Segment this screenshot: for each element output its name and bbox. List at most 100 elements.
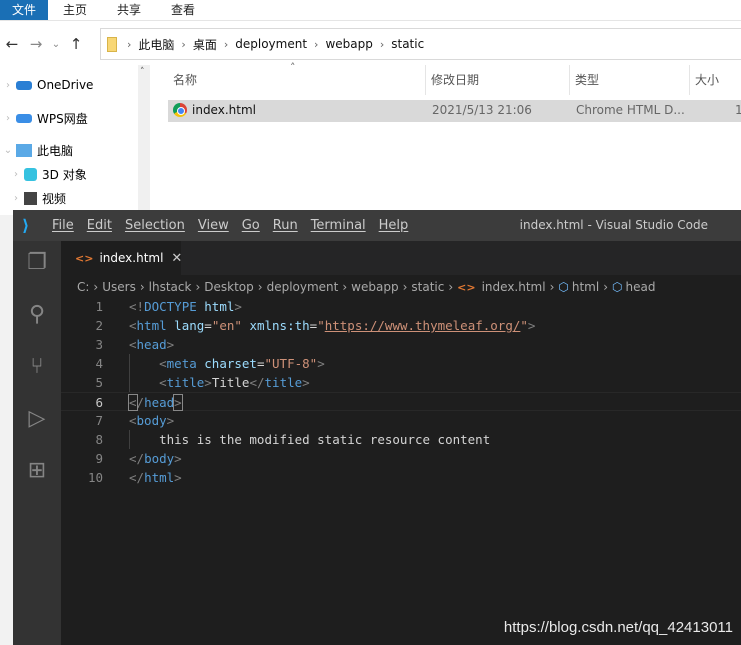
menu-view[interactable]: View: [198, 218, 229, 233]
menu-edit[interactable]: Edit: [87, 218, 112, 233]
nav-item-label: OneDrive: [37, 78, 94, 92]
vscode-logo-icon: ⟩: [22, 215, 30, 235]
code-line[interactable]: 10 </html>: [61, 468, 741, 487]
breadcrumb-item[interactable]: Desktop: [204, 280, 254, 294]
tab-index-html[interactable]: <> index.html ✕: [61, 241, 182, 275]
code-token: >: [234, 299, 242, 314]
code-token: head: [144, 395, 175, 410]
code-line[interactable]: 4 <meta charset="UTF-8">: [61, 354, 741, 373]
html-file-icon: <>: [457, 280, 476, 294]
run-debug-icon[interactable]: ▷: [25, 407, 49, 431]
line-text: <body>: [129, 411, 174, 430]
menu-selection[interactable]: Selection: [125, 218, 185, 233]
address-bar[interactable]: › 此电脑 › 桌面 › deployment › webapp › static: [100, 28, 741, 60]
code-line[interactable]: 2 <html lang="en" xmlns:th="https://www.t…: [61, 316, 741, 335]
ribbon-tab-view[interactable]: 查看: [156, 0, 210, 20]
breadcrumb-item[interactable]: C:: [77, 280, 89, 294]
line-text: <html lang="en" xmlns:th="https://www.th…: [129, 316, 535, 335]
nav-item-label: WPS网盘: [37, 112, 88, 126]
recent-chevron-icon[interactable]: ⌄: [48, 39, 64, 50]
nav-pane-scrollbar[interactable]: ˄: [138, 65, 150, 210]
nav-item-label: 此电脑: [37, 144, 74, 158]
forward-arrow-icon[interactable]: →: [24, 35, 48, 53]
column-header-name[interactable]: 名称: [168, 65, 426, 95]
breadcrumb-webapp[interactable]: webapp: [325, 37, 372, 51]
close-icon[interactable]: ✕: [171, 251, 182, 266]
code-line[interactable]: 1 <!DOCTYPE html>: [61, 297, 741, 316]
code-token: >: [527, 318, 536, 333]
menu-help[interactable]: Help: [379, 218, 409, 233]
code-token: head: [136, 337, 167, 352]
breadcrumb-item[interactable]: lhstack: [149, 280, 192, 294]
nav-item-onedrive[interactable]: › OneDrive: [0, 78, 93, 92]
nav-item-this-pc[interactable]: ⌄ 此电脑: [0, 142, 73, 159]
code-token: >: [166, 337, 175, 352]
code-token: <!: [129, 299, 145, 314]
code-line[interactable]: 9 </body>: [61, 449, 741, 468]
nav-item-wps[interactable]: › WPS网盘: [0, 110, 88, 127]
chevron-right-icon: ›: [14, 193, 18, 204]
menu-go[interactable]: Go: [242, 218, 260, 233]
breadcrumb-item[interactable]: Users: [102, 280, 136, 294]
symbol-element-icon: ⬡: [612, 280, 623, 294]
code-line[interactable]: 7 <body>: [61, 411, 741, 430]
breadcrumb-item[interactable]: webapp: [351, 280, 398, 294]
column-header-size[interactable]: 大小: [690, 65, 741, 95]
search-icon[interactable]: ⚲: [25, 303, 49, 327]
file-name: index.html: [192, 103, 256, 117]
breadcrumb-this-pc[interactable]: 此电脑: [138, 36, 174, 53]
extensions-icon[interactable]: ⊞: [25, 459, 49, 483]
code-token: </: [129, 470, 145, 485]
ribbon-tab-share[interactable]: 共享: [102, 0, 156, 20]
up-arrow-icon[interactable]: ↑: [64, 35, 88, 53]
watermark: https://blog.csdn.net/qq_42413011: [503, 619, 733, 636]
line-text: <head>: [129, 335, 174, 354]
breadcrumb-item[interactable]: deployment: [267, 280, 339, 294]
breadcrumb-static[interactable]: static: [391, 37, 424, 51]
source-control-icon[interactable]: ⑂: [25, 355, 49, 379]
line-number: 2: [95, 318, 103, 333]
line-number: 10: [87, 470, 103, 485]
column-header-type[interactable]: 类型: [570, 65, 690, 95]
breadcrumb-deployment[interactable]: deployment: [235, 37, 307, 51]
chevron-right-icon: ›: [603, 280, 609, 294]
menu-run[interactable]: Run: [273, 218, 298, 233]
code-token: html: [204, 299, 235, 314]
navigation-bar: ← → ⌄ ↑ › 此电脑 › 桌面 › deployment › webapp › s…: [0, 28, 741, 60]
code-line[interactable]: 5 <title>Title</title>: [61, 373, 741, 392]
code-token: lang: [166, 318, 205, 333]
chevron-right-icon: ›: [139, 280, 145, 294]
nav-item-3d-objects[interactable]: › 3D 对象: [8, 166, 87, 183]
column-header-modified[interactable]: 修改日期: [426, 65, 570, 95]
code-token: title: [264, 375, 303, 390]
chevron-right-icon: ›: [195, 280, 201, 294]
breadcrumb-item[interactable]: head: [626, 280, 656, 294]
code-line[interactable]: 6 </head>: [61, 392, 741, 411]
nav-item-videos[interactable]: › 视频: [8, 190, 66, 207]
breadcrumb-item[interactable]: html: [572, 280, 599, 294]
code-line[interactable]: 8 this is the modified static resource c…: [61, 430, 741, 449]
breadcrumb-item[interactable]: static: [411, 280, 444, 294]
ribbon-tab-file[interactable]: 文件: [0, 0, 48, 20]
code-token: >: [302, 375, 310, 390]
html-file-icon: <>: [75, 251, 94, 265]
code-token: <: [129, 337, 137, 352]
menu-file[interactable]: File: [52, 218, 74, 233]
chevron-right-icon: ›: [402, 280, 408, 294]
code-line[interactable]: 3 <head>: [61, 335, 741, 354]
breadcrumb-item[interactable]: index.html: [482, 280, 546, 294]
chevron-right-icon: ›: [257, 280, 263, 294]
code-token: =: [204, 318, 212, 333]
code-token: <: [129, 375, 167, 390]
code-token: ": [317, 318, 325, 333]
code-editor[interactable]: 1 <!DOCTYPE html> 2 <html lang="en" xmlns:t…: [61, 297, 741, 597]
ribbon-tab-home[interactable]: 主页: [48, 0, 102, 20]
file-row[interactable]: index.html 2021/5/13 21:06 Chrome HTML D…: [168, 100, 741, 122]
scroll-up-icon[interactable]: ˄: [140, 67, 145, 77]
menu-terminal[interactable]: Terminal: [311, 218, 366, 233]
back-arrow-icon[interactable]: ←: [0, 35, 24, 53]
breadcrumb-desktop[interactable]: 桌面: [193, 36, 217, 53]
explorer-files-icon[interactable]: ❐: [25, 251, 49, 275]
line-text: <meta charset="UTF-8">: [129, 354, 325, 373]
chevron-right-icon: ›: [6, 79, 10, 91]
